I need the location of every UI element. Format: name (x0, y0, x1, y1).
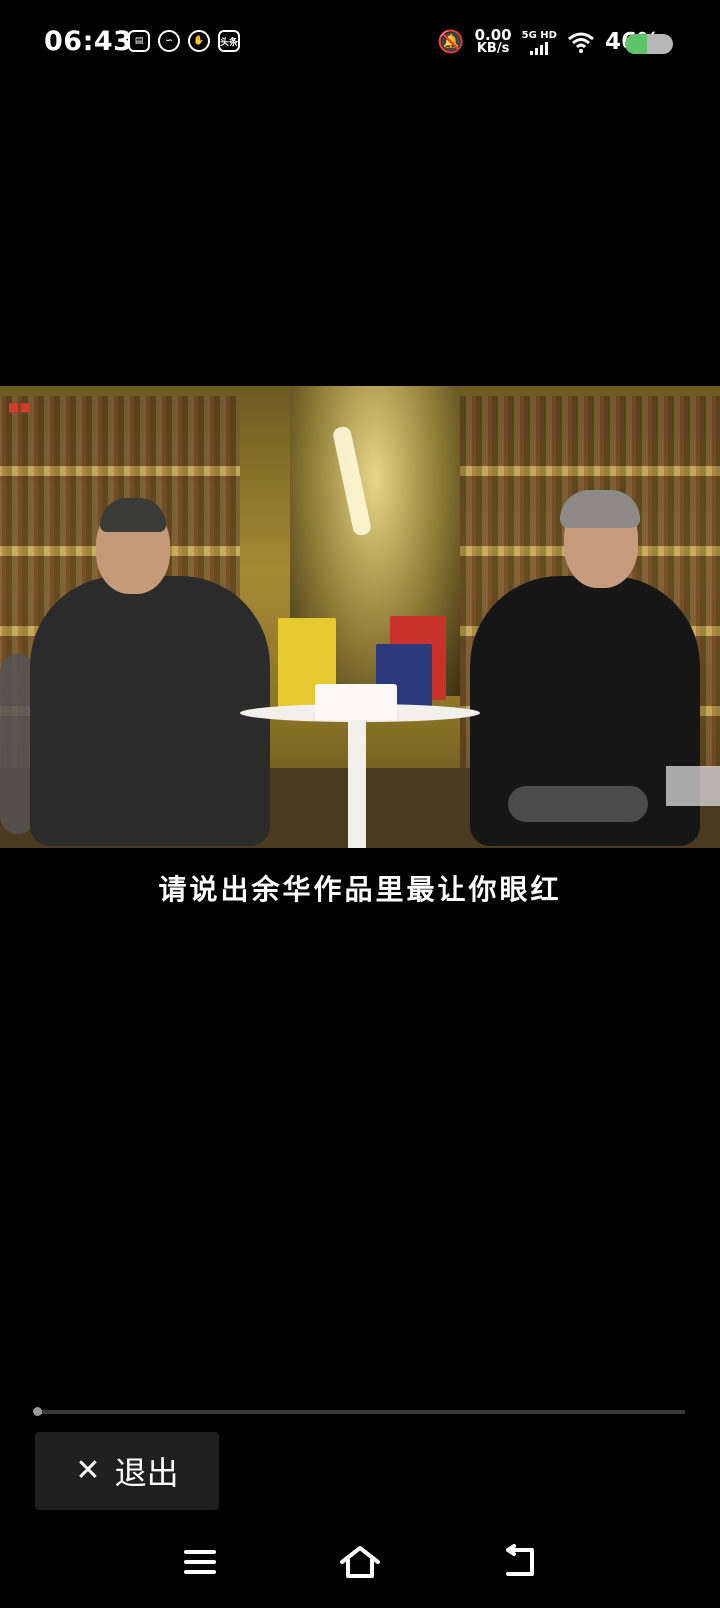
navigation-bar (0, 1520, 720, 1608)
person-left-body (30, 576, 270, 846)
menu-icon (184, 1550, 216, 1574)
signal-bars-icon (530, 41, 549, 55)
back-icon (506, 1544, 534, 1576)
chair-right (508, 786, 648, 822)
table-card (315, 684, 397, 720)
mute-icon: 🔕 (437, 29, 465, 55)
battery-fill (625, 34, 648, 54)
back-button[interactable] (488, 1534, 552, 1590)
net-speed-unit: KB/s (476, 41, 510, 56)
corner-watermark (666, 766, 720, 806)
close-icon: ✕ (75, 1453, 101, 1488)
net-speed-value: 0.00 (474, 26, 512, 44)
progress-bar[interactable] (33, 1407, 685, 1416)
battery-icon (625, 34, 673, 54)
stop-hand-icon: ✋ (188, 30, 210, 52)
home-icon (340, 1546, 380, 1578)
signal-indicator: 5G HD (522, 30, 557, 55)
video-frame[interactable]: ■■ (0, 386, 720, 848)
person-right-hair (560, 490, 640, 528)
sim-card-icon: ▤ (128, 30, 150, 52)
status-bar: 06:43 ▤ ∽ ✋ 头条 🔕 0.00 KB/s 5G HD 46% (0, 0, 720, 88)
home-button[interactable] (328, 1534, 392, 1590)
network-type: 5G HD (521, 29, 557, 41)
toutiao-icon: 头条 (218, 30, 240, 52)
wifi-icon (567, 32, 594, 53)
table-leg (348, 716, 366, 848)
net-speed: 0.00 KB/s (475, 28, 512, 56)
swirl-app-icon: ∽ (158, 30, 180, 52)
clock: 06:43 (44, 26, 133, 57)
exit-button[interactable]: ✕ 退出 (35, 1432, 219, 1510)
notification-icons: ▤ ∽ ✋ 头条 (128, 30, 240, 52)
menu-button[interactable] (168, 1534, 232, 1590)
channel-logo: ■■ (8, 400, 31, 414)
exit-label: 退出 (114, 1454, 179, 1492)
video-subtitle: 请说出余华作品里最让你眼红 (158, 873, 562, 906)
progress-handle[interactable] (33, 1407, 42, 1416)
